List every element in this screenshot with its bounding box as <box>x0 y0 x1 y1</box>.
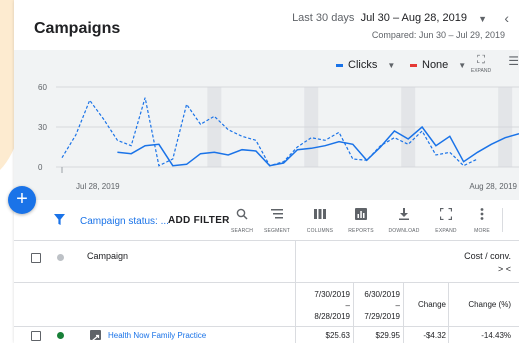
metric1-dropdown-icon: ▼ <box>387 60 396 70</box>
search-icon <box>222 208 262 224</box>
status-enabled-dot[interactable] <box>57 332 64 339</box>
download-button[interactable]: DOWNLOAD <box>384 208 424 234</box>
prior-period-header[interactable]: 6/30/2019 – 7/29/2019 <box>356 289 400 322</box>
prior-period-end: 7/29/2019 <box>364 312 400 321</box>
compared-range: Compared: Jun 30 – Jul 29, 2019 <box>371 30 505 40</box>
table-expand-button[interactable]: EXPAND <box>426 207 466 234</box>
row-checkbox[interactable] <box>31 331 41 341</box>
performance-chart: 0 30 60 Jul 28, 2019 Aug 28, 2019 Clicks ▼ N… <box>14 50 519 200</box>
current-period-dash: – <box>345 301 350 310</box>
current-period-end: 8/28/2019 <box>314 312 350 321</box>
add-campaign-fab[interactable]: + <box>8 186 36 214</box>
reports-button[interactable]: REPORTS <box>341 208 381 234</box>
table-expand-label: EXPAND <box>435 228 457 234</box>
campaign-name-link[interactable]: Health Now Family Practice <box>108 331 206 340</box>
y-tick-label-1: 30 <box>38 123 47 132</box>
reports-icon <box>341 208 381 224</box>
change-cell: -$4.32 <box>423 331 446 340</box>
change-pct-header[interactable]: Change (%) <box>450 300 511 309</box>
date-range-prefix: Last 30 days <box>292 12 355 24</box>
page-title: Campaigns <box>34 20 121 37</box>
more-label: MORE <box>474 228 490 234</box>
download-label: DOWNLOAD <box>388 228 420 234</box>
campaign-column-header[interactable]: Campaign <box>87 251 128 261</box>
expand-icon: ⛶ <box>477 54 485 66</box>
status-column-dot <box>57 254 64 261</box>
segment-button[interactable]: SEGMENT <box>257 208 297 234</box>
current-period-header[interactable]: 7/30/2019 – 8/28/2019 <box>306 289 350 322</box>
expand-icon <box>426 207 466 224</box>
metric2-label: None <box>422 59 449 71</box>
metric1-selector[interactable]: Clicks ▼ <box>336 57 395 73</box>
add-filter-button[interactable]: ADD FILTER <box>168 215 230 226</box>
collapse-columns-icon[interactable]: > < <box>464 264 511 274</box>
search-button[interactable]: SEARCH <box>222 208 262 234</box>
campaign-status-filter[interactable]: Campaign status: ... <box>80 216 169 227</box>
metric2-swatch <box>410 63 417 67</box>
chart-expand-label: EXPAND <box>470 68 492 74</box>
search-label: SEARCH <box>230 228 254 234</box>
date-dropdown-icon[interactable]: ▼ <box>478 14 487 24</box>
prior-period-start: 6/30/2019 <box>364 290 400 299</box>
x-tick-label-end: Aug 28, 2019 <box>469 182 517 191</box>
more-icon <box>462 208 502 224</box>
change-header[interactable]: Change <box>406 300 446 309</box>
prior-cost-cell: $29.95 <box>375 331 400 340</box>
segment-label: SEGMENT <box>263 228 291 234</box>
download-icon <box>384 208 424 224</box>
columns-label: COLUMNS <box>306 228 334 234</box>
campaigns-card: Campaigns Last 30 days Jul 30 – Aug 28, … <box>14 0 519 343</box>
campaign-type-icon <box>90 330 101 341</box>
chart-menu-icon[interactable]: ☰ <box>508 54 519 68</box>
campaigns-header: Campaigns Last 30 days Jul 30 – Aug 28, … <box>14 0 519 50</box>
metric1-swatch <box>336 63 343 67</box>
reports-label: REPORTS <box>348 228 374 234</box>
date-range-selector[interactable]: Last 30 days Jul 30 – Aug 28, 2019 <box>292 12 467 24</box>
current-period-start: 7/30/2019 <box>314 290 350 299</box>
toolbar-divider <box>502 208 503 232</box>
select-all-checkbox[interactable] <box>31 253 41 263</box>
cost-per-conv-label: Cost / conv. <box>464 251 511 261</box>
y-tick-label-0: 0 <box>38 163 43 172</box>
columns-button[interactable]: COLUMNS <box>300 208 340 234</box>
metric2-selector[interactable]: None ▼ <box>410 57 466 73</box>
current-cost-cell: $25.63 <box>325 331 350 340</box>
previous-period-icon[interactable]: ‹ <box>504 10 509 26</box>
segment-icon <box>257 208 297 224</box>
metric2-dropdown-icon: ▼ <box>458 60 467 70</box>
filter-icon[interactable] <box>54 214 65 225</box>
y-tick-label-2: 60 <box>38 83 47 92</box>
prior-period-dash: – <box>395 301 400 310</box>
metric1-label: Clicks <box>348 59 378 71</box>
date-range-value: Jul 30 – Aug 28, 2019 <box>360 12 467 24</box>
columns-icon <box>300 208 340 224</box>
chart-expand-button[interactable]: ⛶ EXPAND <box>467 54 495 74</box>
table-header-row <box>14 241 519 283</box>
cost-per-conv-header[interactable]: Cost / conv. > < <box>464 251 511 274</box>
change-pct-cell: -14.43% <box>481 331 511 340</box>
more-button[interactable]: MORE <box>462 208 502 234</box>
x-tick-label-start: Jul 28, 2019 <box>76 182 120 191</box>
